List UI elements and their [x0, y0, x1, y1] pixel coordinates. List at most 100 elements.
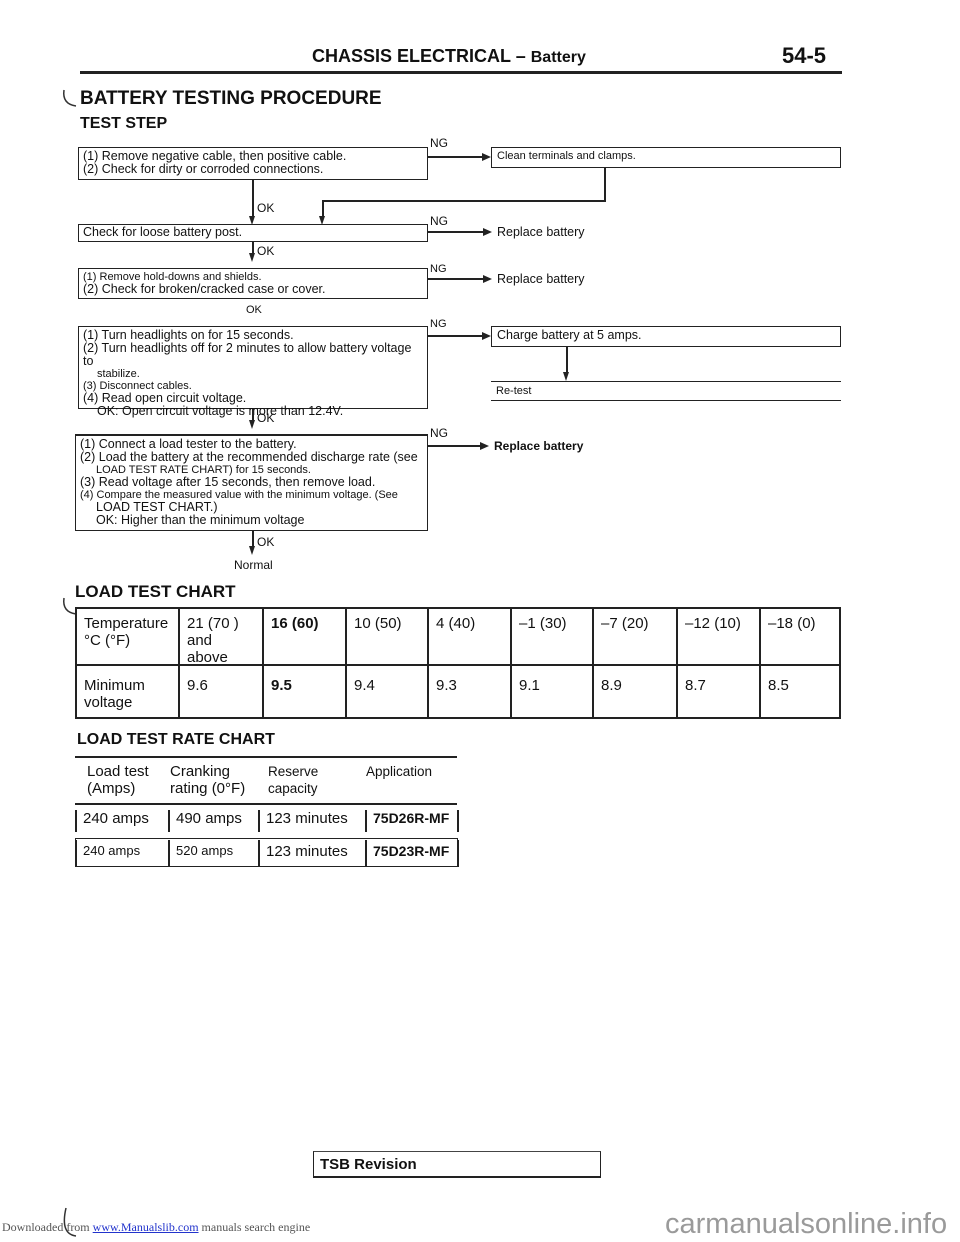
- table-column-divider: [258, 810, 260, 832]
- manual-page: CHASSIS ELECTRICAL – Battery 54-5 BATTER…: [0, 0, 960, 1242]
- ng-action: Re-test: [496, 385, 532, 397]
- step-line: (3) Read voltage after 15 seconds, then …: [80, 475, 376, 489]
- corner-mark-icon: [63, 89, 77, 107]
- rate-chart-cell: 490 amps: [176, 810, 242, 827]
- table-column-divider: [168, 840, 170, 867]
- page-title: BATTERY TESTING PROCEDURE: [80, 88, 382, 109]
- min-voltage-cell: 9.6: [187, 677, 208, 694]
- ok-label: OK: [257, 244, 275, 258]
- download-suffix: manuals search engine: [198, 1220, 311, 1234]
- ng-label: NG: [430, 318, 447, 330]
- temperature-cell: –12 (10): [685, 615, 741, 632]
- rate-chart-cell: 240 amps: [83, 843, 141, 858]
- step3-box: (1) Remove hold-downs and shields. (2) C…: [78, 268, 428, 299]
- rate-chart-cell: 240 amps: [83, 810, 149, 827]
- ng-label: NG: [430, 214, 448, 228]
- min-voltage-cell: 8.5: [768, 677, 789, 694]
- temperature-cell: –7 (20): [601, 615, 649, 632]
- rate-chart-header: Load test (Amps): [87, 763, 149, 797]
- download-prefix: Downloaded from: [2, 1220, 93, 1234]
- table-column-divider: [676, 607, 678, 719]
- min-voltage-cell: 9.5: [271, 677, 292, 694]
- load-test-chart-title: LOAD TEST CHART: [75, 582, 236, 601]
- step-line: stabilize.: [97, 368, 140, 380]
- result-normal: Normal: [234, 558, 273, 572]
- arrow-right-icon: [482, 153, 491, 161]
- ng-arrow-line: [428, 445, 481, 447]
- ng-arrow-line: [428, 156, 483, 158]
- table-column-divider: [365, 810, 367, 832]
- table-column-divider: [262, 607, 264, 719]
- temperature-cell: –1 (30): [519, 615, 567, 632]
- table-column-divider: [178, 607, 180, 719]
- table-column-divider: [75, 840, 77, 867]
- tsb-revision-label: TSB Revision: [320, 1156, 417, 1173]
- ng-action: Charge battery at 5 amps.: [497, 328, 642, 342]
- temperature-cell: 4 (40): [436, 615, 476, 632]
- table-column-divider: [759, 607, 761, 719]
- temperature-cell: 21 (70 ) and above: [187, 615, 239, 666]
- ok-label: OK: [246, 304, 262, 316]
- rate-chart-header: Application: [366, 764, 433, 779]
- arrow-down-icon: [249, 253, 255, 262]
- ng-label: NG: [430, 263, 447, 275]
- ng-arrow-line: [428, 335, 483, 337]
- ng-arrow-line: [428, 231, 484, 233]
- tsb-revision-box: TSB Revision: [313, 1151, 601, 1178]
- ng-action: Replace battery: [494, 439, 584, 453]
- row-header-min-voltage: Minimum voltage: [84, 677, 145, 711]
- min-voltage-cell: 8.9: [601, 677, 622, 694]
- step-line: (2) Load the battery at the recommended …: [80, 450, 418, 464]
- page-header: CHASSIS ELECTRICAL – Battery: [312, 46, 586, 67]
- arrow-down-icon: [249, 420, 255, 429]
- step1-box: (1) Remove negative cable, then positive…: [78, 147, 428, 180]
- load-test-rate-chart-title: LOAD TEST RATE CHART: [77, 731, 275, 748]
- rate-chart-cell: 75D23R-MF: [373, 843, 450, 859]
- ok-arrow-line: [252, 531, 254, 547]
- retest-box: Re-test: [491, 381, 841, 401]
- page-number: 54-5: [782, 43, 827, 68]
- manualslib-link[interactable]: www.Manualslib.com: [93, 1220, 199, 1234]
- min-voltage-cell: 9.4: [354, 677, 375, 694]
- table-rule: [75, 803, 457, 805]
- min-voltage-cell: 9.1: [519, 677, 540, 694]
- rate-chart-header: Cranking rating (0°F): [170, 763, 246, 797]
- arrow-right-icon: [483, 228, 492, 236]
- table-column-divider: [427, 607, 429, 719]
- ok-label: OK: [257, 535, 275, 549]
- step5-box: (1) Connect a load tester to the battery…: [75, 434, 428, 531]
- ng-arrow-line: [428, 278, 484, 280]
- table-column-divider: [365, 840, 367, 867]
- connector-line: [566, 347, 568, 373]
- table-column-divider: [345, 607, 347, 719]
- temperature-cell: 16 (60): [271, 615, 319, 632]
- arrow-right-icon: [483, 275, 492, 283]
- test-step-label: TEST STEP: [80, 115, 168, 132]
- rate-chart-cell: 123 minutes: [266, 843, 348, 860]
- arrow-down-icon: [249, 546, 255, 555]
- step-line: Check for loose battery post.: [83, 225, 243, 239]
- min-voltage-cell: 8.7: [685, 677, 706, 694]
- step-line: OK: Higher than the minimum voltage: [96, 513, 305, 527]
- clean-terminals-box: Clean terminals and clamps.: [491, 147, 841, 168]
- ok-label: OK: [257, 201, 275, 215]
- temperature-cell: –18 (0): [768, 615, 816, 632]
- ng-action: Replace battery: [497, 272, 585, 286]
- arrow-right-icon: [482, 332, 491, 340]
- rate-chart-cell: 75D26R-MF: [373, 810, 450, 826]
- table-column-divider: [592, 607, 594, 719]
- ng-action: Clean terminals and clamps.: [497, 150, 636, 162]
- rate-chart-cell: 123 minutes: [266, 810, 348, 827]
- table-rule: [75, 756, 457, 758]
- download-note: Downloaded from www.Manualslib.com manua…: [2, 1220, 310, 1235]
- ng-label: NG: [430, 426, 448, 440]
- min-voltage-cell: 9.3: [436, 677, 457, 694]
- row-header-temperature: Temperature °C (°F): [84, 615, 169, 649]
- header-dash: –: [515, 46, 526, 66]
- table-column-divider: [457, 810, 459, 832]
- step2-box: Check for loose battery post.: [78, 224, 428, 242]
- ng-label: NG: [430, 136, 448, 150]
- step-line: (2) Check for broken/cracked case or cov…: [83, 282, 326, 296]
- step-line: (2) Check for dirty or corroded connecti…: [83, 162, 324, 176]
- arrow-right-icon: [480, 442, 489, 450]
